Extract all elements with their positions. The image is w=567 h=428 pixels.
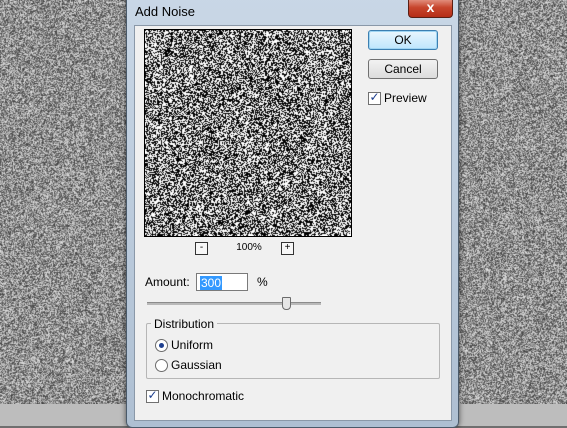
preview-checkbox[interactable]: ✓ — [368, 92, 381, 105]
close-button[interactable]: x — [408, 0, 453, 18]
zoom-in-button[interactable]: + — [281, 242, 294, 255]
dialog-title: Add Noise — [135, 4, 195, 19]
monochromatic-label: Monochromatic — [162, 389, 244, 403]
preview-label: Preview — [384, 91, 427, 105]
uniform-radio[interactable] — [155, 339, 168, 352]
amount-input[interactable]: 300 — [196, 273, 248, 291]
dialog-content: - 100% + OK Cancel ✓ Preview Amount: 300… — [134, 25, 452, 421]
add-noise-dialog: Add Noise x - 100% + OK Cancel ✓ Preview… — [126, 0, 459, 428]
close-icon: x — [427, 0, 435, 15]
preview-area[interactable] — [144, 29, 352, 237]
radio-selected-dot — [159, 343, 164, 348]
distribution-label: Distribution — [151, 317, 217, 331]
amount-slider-track[interactable] — [147, 302, 321, 305]
cancel-button[interactable]: Cancel — [368, 59, 438, 79]
amount-value: 300 — [200, 276, 222, 290]
zoom-out-button[interactable]: - — [195, 242, 208, 255]
preview-noise-image — [145, 30, 351, 236]
checkmark-icon: ✓ — [147, 388, 158, 402]
amount-label: Amount: — [145, 275, 190, 289]
zoom-level: 100% — [229, 242, 269, 253]
ok-button[interactable]: OK — [368, 30, 438, 50]
amount-unit: % — [257, 275, 268, 289]
dialog-titlebar[interactable]: Add Noise x — [127, 0, 458, 19]
monochromatic-checkbox[interactable]: ✓ — [146, 390, 159, 403]
amount-slider-thumb[interactable] — [282, 297, 291, 310]
gaussian-radio[interactable] — [155, 359, 168, 372]
checkmark-icon: ✓ — [369, 90, 380, 104]
gaussian-label: Gaussian — [171, 358, 222, 372]
uniform-label: Uniform — [171, 338, 213, 352]
